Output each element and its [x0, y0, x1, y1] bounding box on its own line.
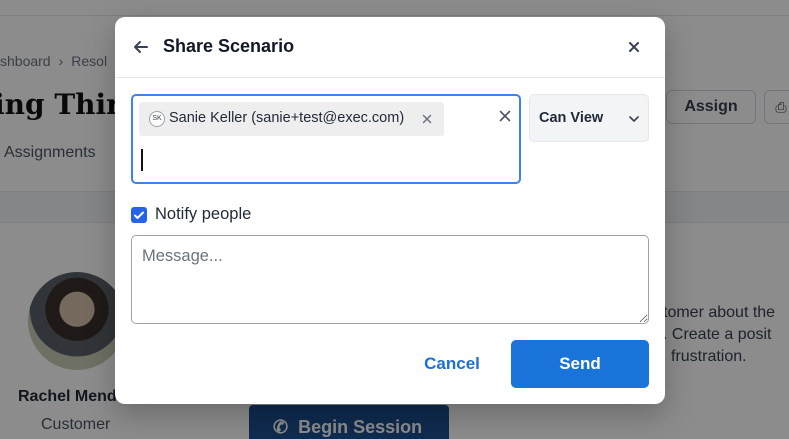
share-scenario-dialog: Share Scenario SK Sanie Keller (sanie+te… — [115, 17, 665, 404]
clear-recipients-icon[interactable] — [499, 110, 511, 122]
notify-people-checkbox[interactable] — [131, 207, 147, 223]
send-button[interactable]: Send — [511, 340, 649, 388]
recipient-chip: SK Sanie Keller (sanie+test@exec.com) — [139, 102, 444, 136]
check-icon — [134, 211, 144, 219]
chevron-down-icon — [629, 116, 639, 122]
recipient-avatar: SK — [149, 111, 165, 127]
recipient-input[interactable] — [143, 144, 503, 174]
permission-selected-value: Can View — [539, 110, 604, 126]
dialog-header: Share Scenario — [115, 17, 665, 78]
message-textarea[interactable] — [131, 235, 649, 324]
cancel-button[interactable]: Cancel — [416, 344, 488, 384]
arrow-left-icon[interactable] — [131, 37, 151, 57]
permission-select[interactable]: Can View — [529, 94, 649, 142]
dialog-title: Share Scenario — [163, 36, 295, 56]
recipient-label: Sanie Keller (sanie+test@exec.com) — [169, 110, 405, 126]
notify-people-label[interactable]: Notify people — [155, 205, 251, 224]
remove-recipient-icon[interactable] — [422, 114, 432, 124]
recipients-field[interactable]: SK Sanie Keller (sanie+test@exec.com) — [131, 94, 521, 184]
close-icon[interactable] — [627, 40, 641, 54]
